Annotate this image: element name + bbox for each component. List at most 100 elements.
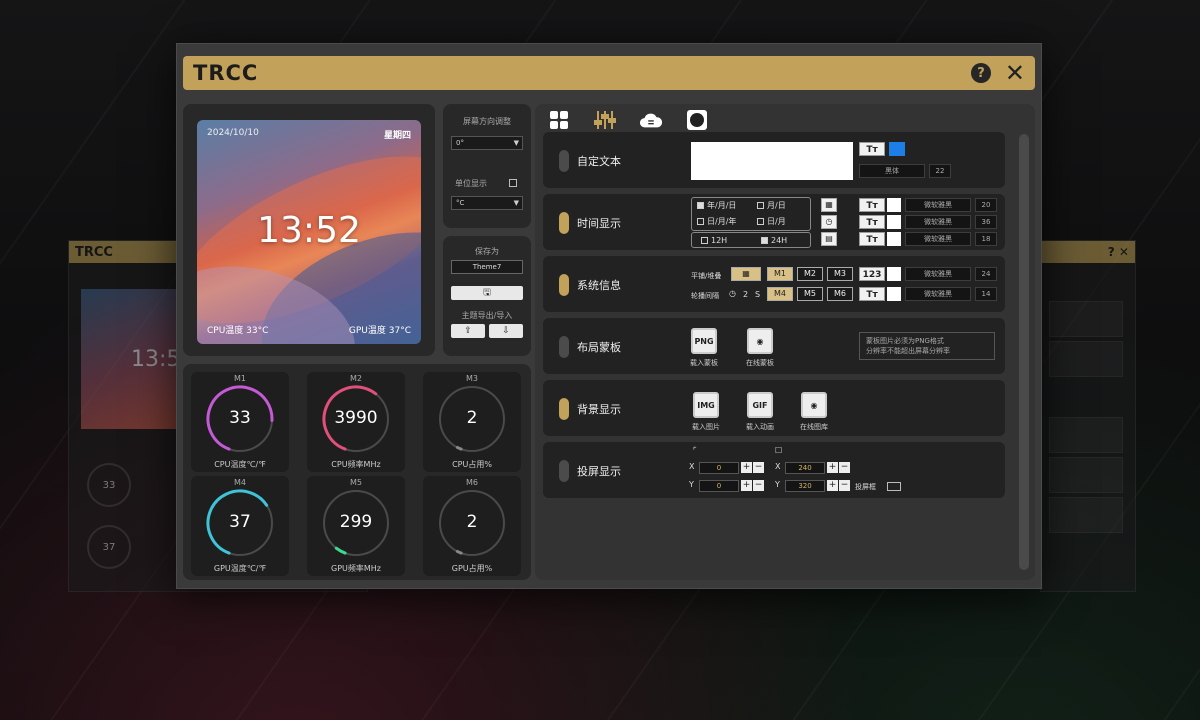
color-swatch[interactable]	[887, 232, 901, 246]
custom-text-font[interactable]: 黑体	[859, 164, 925, 178]
y1-input[interactable]: 0	[699, 480, 739, 492]
x1-input[interactable]: 0	[699, 462, 739, 474]
time-size-field[interactable]: 18	[975, 232, 997, 246]
grid-icon[interactable]	[547, 109, 571, 131]
minus-icon[interactable]: −	[839, 480, 850, 491]
format-24h-option[interactable]: 24H	[761, 236, 787, 245]
ghost-ring-2: 37	[87, 525, 131, 569]
cast-frame-checkbox[interactable]	[887, 482, 901, 491]
meter-m5[interactable]: M5 299 GPU频率MHz	[307, 476, 405, 576]
date-icon[interactable]: ▦	[821, 198, 837, 212]
img-file-icon[interactable]: IMG	[693, 392, 719, 418]
time-size-field[interactable]: 36	[975, 215, 997, 229]
interval-value[interactable]: 2	[743, 290, 748, 299]
time-font-field[interactable]: 微软雅黑	[905, 215, 971, 229]
plus-icon[interactable]: +	[741, 480, 752, 491]
m2-button[interactable]: M2	[797, 267, 823, 281]
minus-icon[interactable]: −	[753, 480, 764, 491]
timer-icon[interactable]: ◷	[729, 289, 736, 298]
sys-size-field[interactable]: 24	[975, 267, 997, 281]
preview-cpu-temp: CPU温度 33°C	[207, 326, 269, 336]
color-swatch[interactable]	[887, 198, 901, 212]
meter-m1[interactable]: M1 33 CPU温度℃/℉	[191, 372, 289, 472]
time-display-row: 时间显示 年/月/日 月/日 日/月/年 日/月 12H 24H ▦ ◷ ▤ T…	[543, 194, 1005, 250]
date-option[interactable]: 日/月	[757, 216, 786, 227]
meters-panel: M1 33 CPU温度℃/℉ M2 3990 CPU频率MHz M3 2 CPU占用% M4 37 G…	[183, 364, 531, 580]
font-icon[interactable]: Tт	[859, 142, 885, 156]
load-image-label: 载入图片	[692, 423, 720, 431]
text-color-swatch[interactable]	[889, 142, 905, 156]
font-icon[interactable]: Tт	[859, 232, 885, 246]
sys-font-field[interactable]: 微软雅黑	[905, 267, 971, 281]
meter-value: 3990	[334, 408, 378, 428]
time-font-field[interactable]: 微软雅黑	[905, 198, 971, 212]
m3-button[interactable]: M3	[827, 267, 853, 281]
save-icon[interactable]: 🖫	[451, 286, 523, 300]
m1-button[interactable]: M1	[767, 267, 793, 281]
color-swatch[interactable]	[887, 267, 901, 281]
m6-button[interactable]: M6	[827, 287, 853, 301]
sys-font-field[interactable]: 微软雅黑	[905, 287, 971, 301]
minus-icon[interactable]: −	[753, 462, 764, 473]
y2-input[interactable]: 320	[785, 480, 825, 492]
online-file-icon[interactable]: ◉	[747, 328, 773, 354]
color-swatch[interactable]	[887, 287, 901, 301]
meter-m3[interactable]: M3 2 CPU占用%	[423, 372, 521, 472]
calendar-icon[interactable]: ▤	[821, 232, 837, 246]
font-icon[interactable]: Tт	[859, 287, 885, 301]
meter-m2[interactable]: M2 3990 CPU频率MHz	[307, 372, 405, 472]
layout-toggle-button[interactable]: ▦	[731, 267, 761, 281]
time-display-toggle[interactable]	[559, 212, 569, 234]
title-bar[interactable]: TRCC ? ✕	[183, 56, 1035, 90]
rotation-select[interactable]: 0° ▼	[451, 136, 523, 150]
custom-text-input[interactable]	[691, 142, 853, 180]
clock-icon[interactable]: ◷	[821, 215, 837, 229]
format-12h-option[interactable]: 12H	[701, 236, 727, 245]
cloud-icon[interactable]	[639, 109, 663, 131]
import-icon[interactable]: ⇩	[489, 324, 523, 338]
custom-text-size[interactable]: 22	[929, 164, 951, 178]
theme-name-input[interactable]: Theme7	[451, 260, 523, 274]
m4-button[interactable]: M4	[767, 287, 793, 301]
system-info-toggle[interactable]	[559, 274, 569, 296]
minus-icon[interactable]: −	[839, 462, 850, 473]
sliders-icon[interactable]	[593, 109, 617, 131]
export-icon[interactable]: ⇪	[451, 324, 485, 338]
settings-scrollbar[interactable]	[1019, 134, 1029, 570]
font-icon[interactable]: Tт	[859, 215, 885, 229]
date-option[interactable]: 日/月/年	[697, 216, 736, 227]
background-row: 背景显示 IMG 载入图片 GIF 载入动画 ◉ 在线图库	[543, 380, 1005, 436]
png-file-icon[interactable]: PNG	[691, 328, 717, 354]
number-format-button[interactable]: 123	[859, 267, 885, 281]
x2-input[interactable]: 240	[785, 462, 825, 474]
help-icon[interactable]: ?	[971, 63, 991, 83]
font-icon[interactable]: Tт	[859, 198, 885, 212]
meter-tag: M6	[466, 478, 478, 487]
meter-m6[interactable]: M6 2 GPU占用%	[423, 476, 521, 576]
background-toggle[interactable]	[559, 398, 569, 420]
time-font-field[interactable]: 微软雅黑	[905, 232, 971, 246]
unit-select[interactable]: °C ▼	[451, 196, 523, 210]
m5-button[interactable]: M5	[797, 287, 823, 301]
date-option[interactable]: 月/日	[757, 200, 786, 211]
unit-checkbox[interactable]	[509, 179, 517, 187]
layout-mask-toggle[interactable]	[559, 336, 569, 358]
plus-icon[interactable]: +	[741, 462, 752, 473]
gif-file-icon[interactable]: GIF	[747, 392, 773, 418]
date-option[interactable]: 年/月/日	[697, 200, 736, 211]
time-size-field[interactable]: 20	[975, 198, 997, 212]
color-swatch[interactable]	[887, 215, 901, 229]
gallery-file-icon[interactable]: ◉	[801, 392, 827, 418]
sys-size-field[interactable]: 14	[975, 287, 997, 301]
online-mask-label: 在线蒙板	[746, 359, 774, 367]
custom-text-toggle[interactable]	[559, 150, 569, 172]
background-label: 背景显示	[577, 403, 621, 416]
custom-text-row: 自定文本 Tт 黑体 22	[543, 132, 1005, 188]
plus-icon[interactable]: +	[827, 480, 838, 491]
circle-icon[interactable]	[685, 109, 709, 131]
ghost-ring-1: 33	[87, 463, 131, 507]
screencast-toggle[interactable]	[559, 460, 569, 482]
plus-icon[interactable]: +	[827, 462, 838, 473]
meter-m4[interactable]: M4 37 GPU温度℃/℉	[191, 476, 289, 576]
close-icon[interactable]: ✕	[1005, 59, 1025, 87]
